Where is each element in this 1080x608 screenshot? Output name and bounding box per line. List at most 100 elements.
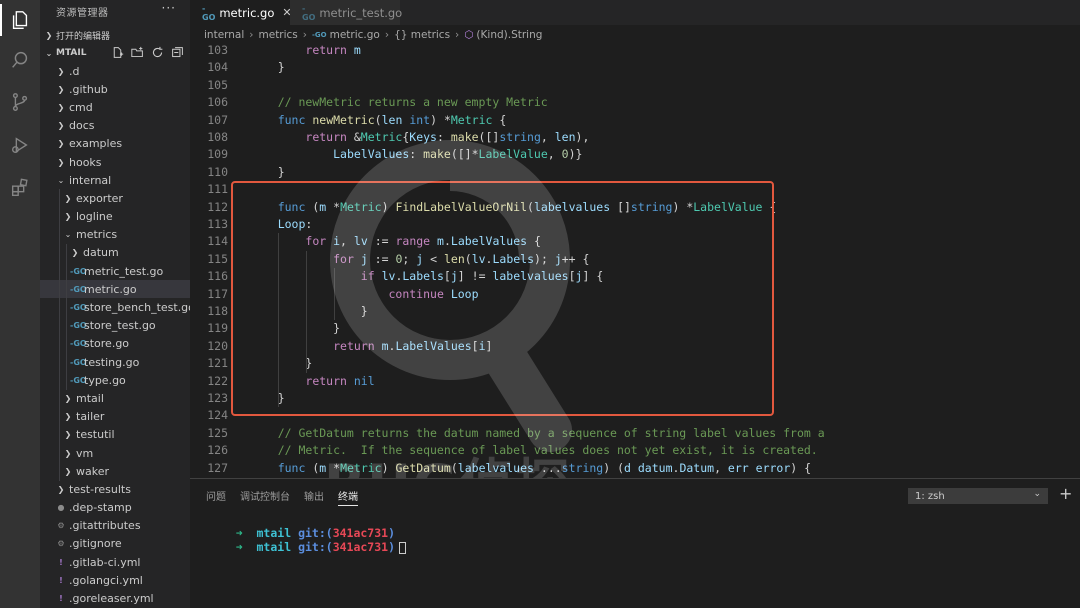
source-control-icon[interactable] xyxy=(0,82,40,122)
chevron-right-icon: ❯ xyxy=(57,121,65,131)
tree-item[interactable]: ! .goreleaser.yml xyxy=(40,589,190,607)
explorer-title: 资源管理器 xyxy=(56,8,109,19)
tab-metric-go[interactable]: -GO metric.go ✕ xyxy=(190,0,292,25)
extensions-icon[interactable] xyxy=(0,168,40,208)
breadcrumb-item[interactable]: {} metrics xyxy=(394,29,450,41)
code-line[interactable]: func newMetric(len int) *Metric { xyxy=(250,112,507,129)
tree-item-label: .golangci.yml xyxy=(69,573,143,587)
tree-item[interactable]: ❯ logline xyxy=(40,208,190,226)
tab-terminal[interactable]: 终端 xyxy=(338,488,358,506)
tree-item[interactable]: -GO testing.go xyxy=(40,353,190,371)
tab-label: metric_test.go xyxy=(319,5,403,20)
tree-item[interactable]: ❯ waker xyxy=(40,462,190,480)
chevron-right-icon: ❯ xyxy=(64,212,72,222)
chevron-right-icon: ❯ xyxy=(64,430,72,440)
tree-item[interactable]: ❯ .github xyxy=(40,80,190,98)
bottom-panel: 问题 调试控制台 输出 终端 1: zsh ⌄ + ➜ mtail git:(3… xyxy=(190,478,1080,608)
terminal-select-value: 1: zsh xyxy=(915,490,945,502)
tree-item[interactable]: -GO metric.go xyxy=(40,280,190,299)
tree-item-label: cmd xyxy=(69,100,93,114)
go-file-icon: -GO xyxy=(70,266,87,276)
project-section[interactable]: ⌄ MTAIL xyxy=(40,44,190,62)
tree-item[interactable]: ❯ mtail xyxy=(40,389,190,407)
breadcrumb-item[interactable]: metric.go xyxy=(330,29,380,41)
tree-item[interactable]: ❯ datum xyxy=(40,244,190,262)
chevron-right-icon: › xyxy=(384,29,390,41)
tree-item[interactable]: ⌄ internal xyxy=(40,171,190,189)
new-folder-icon[interactable] xyxy=(131,46,144,59)
chevron-right-icon: ❯ xyxy=(64,466,72,476)
tab-debug-console[interactable]: 调试控制台 xyxy=(240,488,290,506)
tree-item[interactable]: ❯ .d xyxy=(40,62,190,80)
line-number: 121 xyxy=(207,356,228,371)
tree-item[interactable]: -GO type.go xyxy=(40,371,190,389)
chevron-down-icon: ⌄ xyxy=(45,48,53,58)
activity-bar xyxy=(0,0,40,608)
tree-item-label: .gitignore xyxy=(69,537,122,551)
new-terminal-button[interactable]: + xyxy=(1059,484,1072,503)
tree-item[interactable]: ❯ docs xyxy=(40,117,190,135)
breadcrumb-item[interactable]: internal xyxy=(204,29,244,41)
method-icon: ⬡ xyxy=(464,29,474,41)
more-actions-icon[interactable]: ··· xyxy=(162,1,176,15)
tree-item-label: .d xyxy=(69,64,80,78)
tree-item-label: internal xyxy=(69,173,112,187)
tree-item[interactable]: -GO store_bench_test.go xyxy=(40,298,190,316)
code-line[interactable]: return &Metric{Keys: make([]string, len)… xyxy=(250,129,589,146)
breadcrumb-item[interactable]: metrics xyxy=(259,29,298,41)
collapse-all-icon[interactable] xyxy=(171,46,184,59)
code-line[interactable]: // newMetric returns a new empty Metric xyxy=(250,94,548,111)
yaml-icon: ! xyxy=(59,594,63,604)
open-editors-section[interactable]: ❯ 打开的编辑器 xyxy=(40,26,190,44)
tree-item[interactable]: ⚙ .gitignore xyxy=(40,535,190,553)
run-debug-icon[interactable] xyxy=(0,125,40,165)
line-number: 110 xyxy=(207,164,228,179)
line-number: 107 xyxy=(207,112,228,127)
tree-item[interactable]: ❯ tailer xyxy=(40,408,190,426)
new-file-icon[interactable] xyxy=(111,46,124,59)
explorer-icon[interactable] xyxy=(0,0,40,40)
terminal-select[interactable]: 1: zsh ⌄ xyxy=(908,488,1048,504)
tree-item[interactable]: -GO metric_test.go xyxy=(40,262,190,280)
tree-item[interactable]: ❯ test-results xyxy=(40,480,190,498)
tree-item-label: logline xyxy=(76,210,113,224)
tree-item[interactable]: ! .golangci.yml xyxy=(40,571,190,589)
code-line[interactable]: } xyxy=(250,59,285,76)
yaml-icon: ! xyxy=(59,557,63,567)
tree-item[interactable]: ❯ exporter xyxy=(40,189,190,207)
tree-item[interactable]: ❯ examples xyxy=(40,135,190,153)
tree-item[interactable]: -GO store_test.go xyxy=(40,317,190,335)
tree-item[interactable]: ! .gitlab-ci.yml xyxy=(40,553,190,571)
go-file-icon: -GO xyxy=(70,284,87,294)
tree-item[interactable]: ❯ testutil xyxy=(40,426,190,444)
line-number: 118 xyxy=(207,304,228,318)
tree-item[interactable]: ⌄ metrics xyxy=(40,226,190,244)
tree-item[interactable]: ● .dep-stamp xyxy=(40,499,190,517)
search-icon[interactable] xyxy=(0,40,40,80)
tree-item[interactable]: ❯ hooks xyxy=(40,153,190,171)
code-line[interactable]: return m xyxy=(250,42,360,59)
line-number: 104 xyxy=(207,60,228,75)
tree-item-label: .github xyxy=(69,82,108,96)
tree-item[interactable]: ⚙ .gitattributes xyxy=(40,517,190,535)
refresh-icon[interactable] xyxy=(151,46,164,59)
tab-output[interactable]: 输出 xyxy=(304,488,324,506)
tree-item[interactable]: -GO store.go xyxy=(40,335,190,353)
line-number: 109 xyxy=(207,147,228,162)
chevron-right-icon: ❯ xyxy=(64,393,72,403)
tree-item-label: vm xyxy=(76,446,94,460)
chevron-right-icon: ❯ xyxy=(57,66,65,76)
code-line[interactable]: LabelValues: make([]*LabelValue, 0)} xyxy=(250,146,582,163)
breadcrumb-item[interactable]: (Kind).String xyxy=(476,29,542,41)
code-line[interactable]: } xyxy=(250,164,285,181)
line-number: 113 xyxy=(207,217,228,231)
yaml-icon: ! xyxy=(59,575,63,585)
tab-problems[interactable]: 问题 xyxy=(206,488,226,506)
go-file-icon: -GO xyxy=(302,3,316,22)
tree-item[interactable]: ❯ cmd xyxy=(40,98,190,116)
tree-item[interactable]: ❯ vm xyxy=(40,444,190,462)
terminal-line[interactable]: ➜ mtail git:(341ac731) xyxy=(208,525,407,554)
tree-item-label: .dep-stamp xyxy=(69,501,132,515)
tab-metric-test-go[interactable]: -GO metric_test.go xyxy=(290,0,403,25)
go-file-icon: -GO xyxy=(70,321,87,331)
